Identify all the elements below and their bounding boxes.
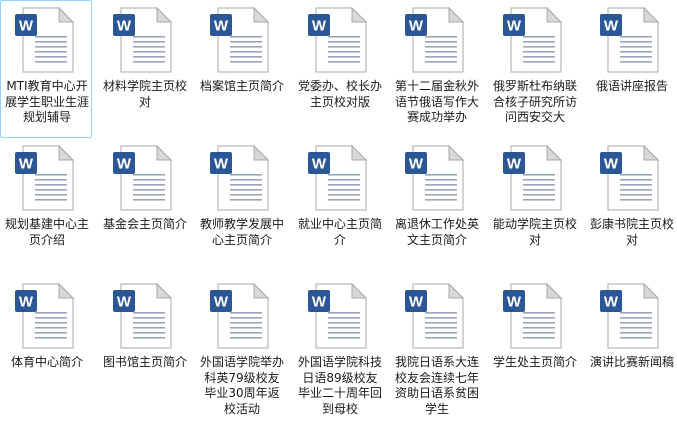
file-name-label: 图书馆主页简介 [103,355,187,369]
word-document-icon: W [405,144,465,211]
file-item[interactable]: W 俄语讲座报告 [585,0,677,138]
file-item[interactable]: W 第十二届金秋外语节俄语写作大赛成功举办 [390,0,482,138]
word-document-icon: W [15,282,75,349]
file-name-label: 就业中心主页简介 [298,217,382,247]
word-document-icon: W [503,282,563,349]
svg-text:W: W [409,18,424,35]
file-name-label: MTI教育中心开展学生职业生涯规划辅导 [5,79,89,124]
svg-text:W: W [117,156,132,173]
svg-text:W: W [19,156,34,173]
file-name-label: 外国语学院科技日语89级校友毕业二十周年回到母校 [298,355,382,416]
file-item[interactable]: W 体育中心简介 [0,276,92,414]
word-document-icon: W [113,282,173,349]
file-name-label: 能动学院主页校对 [493,217,577,247]
word-document-icon: W [503,144,563,211]
word-document-icon: W [113,144,173,211]
file-name-label: 学生处主页简介 [493,355,577,369]
file-item[interactable]: W 规划基建中心主页介绍 [0,138,92,276]
svg-text:W: W [214,156,229,173]
svg-text:W: W [604,294,619,311]
file-item[interactable]: W 档案馆主页简介 [195,0,287,138]
word-document-icon: W [600,6,660,73]
file-name-label: 党委办、校长办主页校对版 [298,79,382,109]
file-item[interactable]: W 学生处主页简介 [488,276,580,414]
svg-text:W: W [507,18,522,35]
file-item[interactable]: W 教师教学发展中心主页简介 [195,138,287,276]
svg-text:W: W [604,18,619,35]
file-item[interactable]: W 我院日语系大连校友会连续七年资助日语系贫困学生 [390,276,482,416]
file-item[interactable]: W 外国语学院科技日语89级校友毕业二十周年回到母校 [293,276,385,416]
file-item[interactable]: W 外国语学院举办科英79级校友毕业30周年返校活动 [195,276,287,416]
svg-text:W: W [117,18,132,35]
svg-text:W: W [312,294,327,311]
file-item[interactable]: W 党委办、校长办主页校对版 [293,0,385,138]
file-name-label: 第十二届金秋外语节俄语写作大赛成功举办 [395,79,479,124]
svg-text:W: W [214,18,229,35]
file-item[interactable]: W 离退休工作处英文主页简介 [390,138,482,276]
word-document-icon: W [210,6,270,73]
file-name-label: 我院日语系大连校友会连续七年资助日语系贫困学生 [395,355,479,416]
file-item[interactable]: W MTI教育中心开展学生职业生涯规划辅导 [0,0,92,138]
file-item[interactable]: W 彭康书院主页校对 [585,138,677,276]
word-document-icon: W [15,144,75,211]
word-document-icon: W [308,144,368,211]
file-item[interactable]: W 材料学院主页校对 [98,0,190,138]
file-item[interactable]: W 俄罗斯杜布纳联合核子研究所访问西安交大 [488,0,580,138]
file-name-label: 外国语学院举办科英79级校友毕业30周年返校活动 [200,355,284,416]
word-document-icon: W [600,282,660,349]
word-document-icon: W [405,282,465,349]
file-name-label: 档案馆主页简介 [200,79,284,93]
file-grid: W MTI教育中心开展学生职业生涯规划辅导 W 材料学院主页校对 W 档案馆主页简介 W 党委… [0,0,677,429]
svg-text:W: W [19,18,34,35]
svg-text:W: W [507,294,522,311]
file-name-label: 俄罗斯杜布纳联合核子研究所访问西安交大 [493,79,577,124]
file-name-label: 彭康书院主页校对 [590,217,674,247]
file-item[interactable]: W 演讲比赛新闻稿 [585,276,677,414]
file-name-label: 规划基建中心主页介绍 [5,217,89,247]
file-item[interactable]: W 基金会主页简介 [98,138,190,276]
word-document-icon: W [405,6,465,73]
file-name-label: 基金会主页简介 [103,217,187,231]
word-document-icon: W [308,282,368,349]
svg-text:W: W [507,156,522,173]
word-document-icon: W [503,6,563,73]
word-document-icon: W [210,144,270,211]
word-document-icon: W [210,282,270,349]
svg-text:W: W [604,156,619,173]
file-name-label: 离退休工作处英文主页简介 [395,217,479,247]
file-name-label: 演讲比赛新闻稿 [590,355,674,369]
svg-text:W: W [312,18,327,35]
file-item[interactable]: W 图书馆主页简介 [98,276,190,414]
svg-text:W: W [409,156,424,173]
file-name-label: 材料学院主页校对 [103,79,187,109]
file-name-label: 俄语讲座报告 [595,79,668,93]
word-document-icon: W [113,6,173,73]
file-item[interactable]: W 能动学院主页校对 [488,138,580,276]
svg-text:W: W [409,294,424,311]
word-document-icon: W [308,6,368,73]
svg-text:W: W [19,294,34,311]
word-document-icon: W [600,144,660,211]
svg-text:W: W [312,156,327,173]
file-name-label: 体育中心简介 [10,355,83,369]
file-item[interactable]: W 就业中心主页简介 [293,138,385,276]
svg-text:W: W [214,294,229,311]
word-document-icon: W [15,6,75,73]
file-name-label: 教师教学发展中心主页简介 [200,217,284,247]
svg-text:W: W [117,294,132,311]
